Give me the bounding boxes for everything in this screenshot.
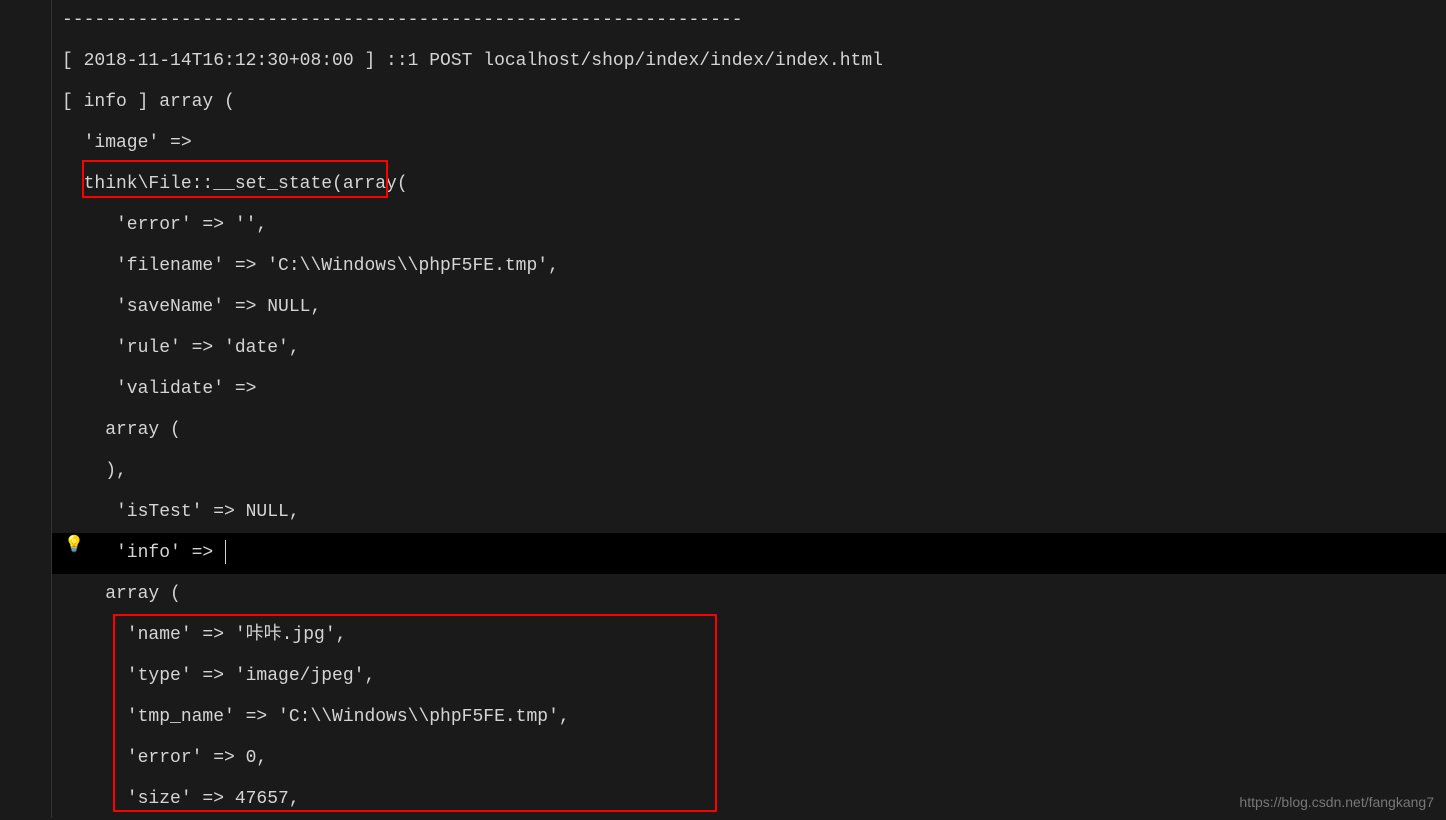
text-cursor <box>225 540 226 564</box>
code-line: 'image' => <box>62 123 1446 164</box>
log-info-array-open: array ( <box>62 584 181 604</box>
log-separator: ----------------------------------------… <box>62 10 743 30</box>
log-validate-array: array ( <box>62 420 181 440</box>
log-file-type: 'type' => 'image/jpeg', <box>62 666 375 686</box>
code-line: ----------------------------------------… <box>62 0 1446 41</box>
code-line: 'info' => <box>62 533 1446 574</box>
log-size: 'size' => 47657, <box>62 789 300 809</box>
code-line: 'tmp_name' => 'C:\\Windows\\phpF5FE.tmp'… <box>62 697 1446 738</box>
log-error-zero: 'error' => 0, <box>62 748 267 768</box>
code-line: ), <box>62 451 1446 492</box>
log-validate-close: ), <box>62 461 127 481</box>
log-info-key: 'info' => <box>62 543 224 563</box>
code-editor: ----------------------------------------… <box>0 0 1446 818</box>
lightbulb-icon[interactable]: 💡 <box>64 534 84 554</box>
log-savename: 'saveName' => NULL, <box>62 297 321 317</box>
log-tmp-name: 'tmp_name' => 'C:\\Windows\\phpF5FE.tmp'… <box>62 707 570 727</box>
log-info-array: [ info ] array ( <box>62 92 235 112</box>
code-area[interactable]: ----------------------------------------… <box>52 0 1446 818</box>
code-line: 'type' => 'image/jpeg', <box>62 656 1446 697</box>
log-think-file: think\File::__set_state(array( <box>62 174 408 194</box>
editor-gutter <box>0 0 52 818</box>
code-line: 'validate' => <box>62 369 1446 410</box>
log-filename: 'filename' => 'C:\\Windows\\phpF5FE.tmp'… <box>62 256 559 276</box>
code-line: array ( <box>62 574 1446 615</box>
log-image-key: 'image' => <box>62 133 202 153</box>
code-line: think\File::__set_state(array( <box>62 164 1446 205</box>
log-request-line: [ 2018-11-14T16:12:30+08:00 ] ::1 POST l… <box>62 51 883 71</box>
code-line: 'saveName' => NULL, <box>62 287 1446 328</box>
code-line: [ info ] array ( <box>62 82 1446 123</box>
code-line: 'isTest' => NULL, <box>62 492 1446 533</box>
log-error-empty: 'error' => '', <box>62 215 267 235</box>
code-line: [ 2018-11-14T16:12:30+08:00 ] ::1 POST l… <box>62 41 1446 82</box>
code-line: 'rule' => 'date', <box>62 328 1446 369</box>
code-line: array ( <box>62 410 1446 451</box>
code-line: 'error' => '', <box>62 205 1446 246</box>
code-line: 'size' => 47657, <box>62 779 1446 820</box>
code-line: 'filename' => 'C:\\Windows\\phpF5FE.tmp'… <box>62 246 1446 287</box>
log-rule: 'rule' => 'date', <box>62 338 300 358</box>
watermark-text: https://blog.csdn.net/fangkang7 <box>1239 794 1434 810</box>
log-istest: 'isTest' => NULL, <box>62 502 300 522</box>
log-validate: 'validate' => <box>62 379 267 399</box>
code-line: 'name' => '咔咔.jpg', <box>62 615 1446 656</box>
log-file-name: 'name' => '咔咔.jpg', <box>62 625 346 645</box>
code-line: 'error' => 0, <box>62 738 1446 779</box>
